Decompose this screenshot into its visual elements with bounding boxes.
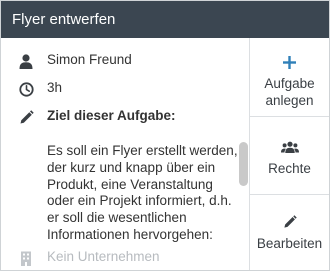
add-task-button[interactable]: Aufgabe anlegen <box>250 53 329 109</box>
assignee-name: Simon Freund <box>47 52 132 67</box>
pencil-icon <box>283 213 297 231</box>
plus-icon <box>283 53 296 71</box>
clock-icon <box>17 80 35 98</box>
card-title: Flyer entwerfen <box>12 11 116 28</box>
users-icon <box>280 138 299 156</box>
permissions-label: Rechte <box>268 161 311 176</box>
company-value: Kein Unternehmen <box>47 249 160 264</box>
goal-heading: Ziel dieser Aufgabe: <box>47 108 176 123</box>
task-details[interactable]: Simon Freund 3h Ziel dieser Aufgabe: Es … <box>1 38 250 270</box>
goal-description: Es soll ein Flyer erstellt werden, der k… <box>47 143 238 242</box>
scrollbar-thumb[interactable] <box>239 142 248 186</box>
task-card: Flyer entwerfen Simon Freund 3h Ziel die… <box>0 0 330 271</box>
user-icon <box>17 52 35 70</box>
building-icon <box>17 249 35 267</box>
edit-label: Bearbeiten <box>256 236 323 251</box>
duration-value: 3h <box>47 80 63 95</box>
add-task-label-line1: Aufgabe <box>264 76 315 91</box>
add-task-label-line2: anlegen <box>265 93 314 108</box>
edit-button[interactable]: Bearbeiten <box>250 213 329 252</box>
card-header: Flyer entwerfen <box>1 1 329 38</box>
action-divider <box>250 116 329 117</box>
pencil-icon <box>17 108 35 126</box>
action-divider <box>250 194 329 195</box>
permissions-button[interactable]: Rechte <box>250 138 329 177</box>
